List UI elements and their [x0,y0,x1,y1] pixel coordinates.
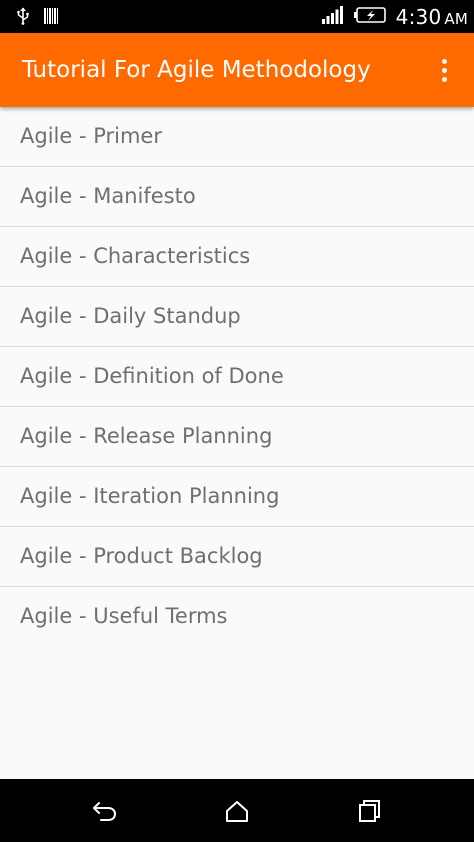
status-time: 4:30 AM [395,4,468,29]
app-bar: Tutorial For Agile Methodology [0,33,474,107]
list-item[interactable]: Agile - Useful Terms [0,587,474,646]
status-right-icons: 4:30 AM [321,0,468,33]
list-item-label: Agile - Definition of Done [20,364,284,388]
list-item-label: Agile - Primer [20,124,162,148]
topic-list: Agile - Primer Agile - Manifesto Agile -… [0,107,474,646]
status-time-ampm: AM [444,9,468,28]
content-area: Agile - Primer Agile - Manifesto Agile -… [0,107,474,779]
navigation-bar [0,779,474,842]
barcode-icon [44,8,58,28]
usb-icon [16,7,30,29]
list-item[interactable]: Agile - Release Planning [0,407,474,467]
app-title: Tutorial For Agile Methodology [22,57,371,83]
list-item[interactable]: Agile - Definition of Done [0,347,474,407]
recents-icon[interactable] [351,793,387,829]
list-item-label: Agile - Characteristics [20,244,251,268]
list-item[interactable]: Agile - Iteration Planning [0,467,474,527]
list-item-label: Agile - Manifesto [20,184,196,208]
list-item[interactable]: Agile - Daily Standup [0,287,474,347]
status-bar: 4:30 AM [0,0,474,33]
status-left-icons [16,7,58,29]
list-item-label: Agile - Daily Standup [20,304,241,328]
list-item-label: Agile - Useful Terms [20,604,228,628]
battery-charging-icon [353,6,386,27]
list-item[interactable]: Agile - Manifesto [0,167,474,227]
list-item-label: Agile - Release Planning [20,424,273,448]
overflow-menu-dot [441,76,447,82]
list-item[interactable]: Agile - Primer [0,107,474,167]
home-icon[interactable] [219,793,255,829]
list-item-label: Agile - Product Backlog [20,544,263,568]
overflow-menu-dot [441,58,447,64]
list-item-label: Agile - Iteration Planning [20,484,280,508]
overflow-menu-dot [441,67,447,73]
back-icon[interactable] [87,793,123,829]
overflow-menu-icon[interactable] [426,51,462,89]
signal-icon [321,5,344,28]
list-item[interactable]: Agile - Characteristics [0,227,474,287]
list-item[interactable]: Agile - Product Backlog [0,527,474,587]
